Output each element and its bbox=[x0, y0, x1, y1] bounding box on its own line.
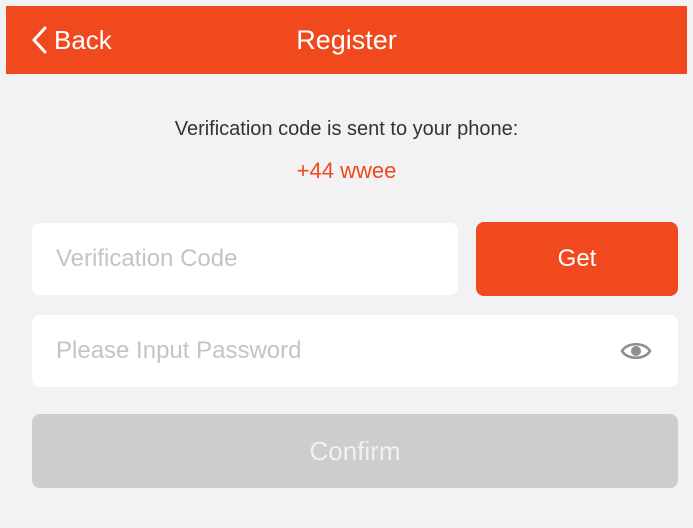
confirm-button[interactable]: Confirm bbox=[32, 414, 678, 488]
phone-number: +44 wwee bbox=[296, 158, 397, 183]
get-code-button[interactable]: Get bbox=[476, 222, 678, 296]
verification-message: Verification code is sent to your phone: bbox=[174, 118, 519, 140]
back-label: Back bbox=[54, 24, 112, 55]
back-button[interactable]: Back bbox=[30, 6, 112, 74]
password-input[interactable] bbox=[32, 315, 678, 387]
verification-code-field[interactable] bbox=[32, 223, 458, 295]
nav-bar: Back Register bbox=[6, 6, 687, 74]
verification-code-input[interactable] bbox=[32, 223, 458, 295]
eye-icon[interactable] bbox=[620, 339, 652, 363]
chevron-left-icon bbox=[32, 26, 47, 54]
password-field[interactable] bbox=[32, 315, 678, 387]
